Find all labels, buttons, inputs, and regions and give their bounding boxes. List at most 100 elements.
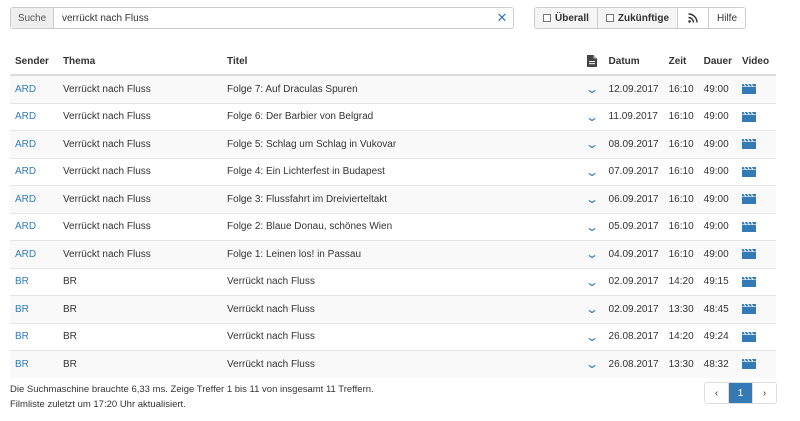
clapperboard-icon[interactable] bbox=[742, 166, 756, 177]
overall-label: Überall bbox=[555, 12, 589, 24]
sender-link[interactable]: ARD bbox=[15, 111, 36, 122]
cell-expand: ⌄ bbox=[581, 157, 604, 186]
cell-titel: Verrückt nach Fluss bbox=[222, 350, 582, 378]
cell-dauer: 49:00 bbox=[698, 212, 737, 241]
sender-link[interactable]: ARD bbox=[15, 84, 36, 95]
cell-zeit: 14:20 bbox=[663, 322, 699, 351]
col-header-sender[interactable]: Sender bbox=[10, 48, 58, 76]
overall-checkbox[interactable] bbox=[543, 14, 551, 22]
table-row: ARD Verrückt nach Fluss Folge 6: Der Barbi… bbox=[10, 102, 776, 131]
chevron-down-icon[interactable]: ⌄ bbox=[585, 137, 599, 151]
overall-toggle-button[interactable]: Überall bbox=[535, 8, 598, 28]
chevron-down-icon[interactable]: ⌄ bbox=[585, 275, 599, 289]
cell-dauer: 49:00 bbox=[698, 102, 737, 131]
chevron-down-icon[interactable]: ⌄ bbox=[585, 247, 599, 261]
sender-link[interactable]: ARD bbox=[15, 194, 36, 205]
cell-zeit: 13:30 bbox=[663, 350, 699, 378]
search-stats: Die Suchmaschine brauchte 6,33 ms. Zeige… bbox=[10, 384, 374, 395]
cell-sender: BR bbox=[10, 350, 58, 378]
mediathek-page: Suche ✕ Überall Zukünftige Hilfe bbox=[0, 0, 800, 421]
cell-video bbox=[737, 130, 776, 158]
search-input[interactable] bbox=[54, 8, 491, 28]
cell-datum: 02.09.2017 bbox=[603, 295, 664, 323]
prev-page-button[interactable]: ‹ bbox=[705, 383, 729, 403]
cell-sender: ARD bbox=[10, 240, 58, 268]
sender-link[interactable]: ARD bbox=[15, 221, 36, 232]
chevron-down-icon[interactable]: ⌄ bbox=[585, 330, 599, 344]
sender-link[interactable]: BR bbox=[15, 276, 29, 287]
cell-titel: Folge 4: Ein Lichterfest in Budapest bbox=[222, 157, 582, 186]
col-header-titel[interactable]: Titel bbox=[222, 48, 582, 76]
clapperboard-icon[interactable] bbox=[742, 304, 756, 315]
status-text: Die Suchmaschine brauchte 6,33 ms. Zeige… bbox=[10, 382, 374, 412]
cell-sender: BR bbox=[10, 322, 58, 351]
sender-link[interactable]: BR bbox=[15, 331, 29, 342]
close-icon[interactable]: ✕ bbox=[491, 8, 513, 28]
chevron-down-icon[interactable]: ⌄ bbox=[585, 302, 599, 316]
cell-datum: 06.09.2017 bbox=[603, 185, 664, 213]
pagination: ‹ 1 › bbox=[704, 382, 777, 404]
clapperboard-icon[interactable] bbox=[742, 84, 756, 95]
clapperboard-icon[interactable] bbox=[742, 359, 756, 370]
col-header-dauer[interactable]: Dauer bbox=[698, 48, 737, 76]
col-header-thema[interactable]: Thema bbox=[57, 48, 223, 76]
clapperboard-icon[interactable] bbox=[742, 221, 756, 232]
next-page-button[interactable]: › bbox=[753, 383, 776, 403]
clapperboard-icon[interactable] bbox=[742, 276, 756, 287]
page-button-current[interactable]: 1 bbox=[729, 383, 753, 403]
cell-titel: Folge 5: Schlag um Schlag in Vukovar bbox=[222, 130, 582, 158]
help-button[interactable]: Hilfe bbox=[709, 8, 746, 28]
clapperboard-icon[interactable] bbox=[742, 194, 756, 205]
future-toggle-button[interactable]: Zukünftige bbox=[597, 8, 679, 28]
chevron-down-icon[interactable]: ⌄ bbox=[585, 82, 599, 96]
cell-thema: Verrückt nach Fluss bbox=[57, 185, 223, 213]
col-header-datum[interactable]: Datum bbox=[603, 48, 664, 76]
cell-thema: BR bbox=[57, 350, 223, 378]
cell-titel: Folge 3: Flussfahrt im Dreivierteltakt bbox=[222, 185, 582, 213]
cell-dauer: 49:00 bbox=[698, 75, 737, 103]
cell-datum: 04.09.2017 bbox=[603, 240, 664, 268]
list-updated-note: Filmliste zuletzt um 17:20 Uhr aktualisi… bbox=[10, 399, 186, 410]
cell-thema: BR bbox=[57, 295, 223, 323]
cell-video bbox=[737, 322, 776, 351]
cell-video bbox=[737, 295, 776, 323]
cell-sender: ARD bbox=[10, 157, 58, 186]
table-row: BR BR Verrückt nach Fluss ⌄ 26.08.2017 14:20 4… bbox=[10, 322, 776, 351]
cell-datum: 26.08.2017 bbox=[603, 350, 664, 378]
chevron-down-icon[interactable]: ⌄ bbox=[585, 165, 599, 179]
cell-zeit: 13:30 bbox=[663, 295, 699, 323]
cell-dauer: 49:00 bbox=[698, 240, 737, 268]
clapperboard-icon[interactable] bbox=[742, 331, 756, 342]
chevron-down-icon[interactable]: ⌄ bbox=[585, 220, 599, 234]
cell-dauer: 49:00 bbox=[698, 185, 737, 213]
sender-link[interactable]: BR bbox=[15, 304, 29, 315]
cell-zeit: 16:10 bbox=[663, 130, 699, 158]
col-header-zeit[interactable]: Zeit bbox=[663, 48, 699, 76]
sender-link[interactable]: ARD bbox=[15, 166, 36, 177]
cell-video bbox=[737, 102, 776, 131]
chevron-down-icon[interactable]: ⌄ bbox=[585, 357, 599, 371]
sender-link[interactable]: BR bbox=[15, 359, 29, 370]
cell-expand: ⌄ bbox=[581, 295, 604, 323]
table-row: BR BR Verrückt nach Fluss ⌄ 02.09.2017 13:30 4… bbox=[10, 295, 776, 323]
clapperboard-icon[interactable] bbox=[742, 249, 756, 260]
future-checkbox[interactable] bbox=[605, 14, 614, 22]
clapperboard-icon[interactable] bbox=[742, 111, 756, 122]
cell-zeit: 16:10 bbox=[663, 185, 699, 213]
table-row: ARD Verrückt nach Fluss Folge 3: Flussfahr… bbox=[10, 185, 776, 213]
search-group: Suche ✕ bbox=[10, 7, 514, 29]
chevron-down-icon[interactable]: ⌄ bbox=[585, 192, 599, 206]
clapperboard-icon[interactable] bbox=[742, 139, 756, 150]
cell-titel: Verrückt nach Fluss bbox=[222, 295, 582, 323]
cell-thema: Verrückt nach Fluss bbox=[57, 240, 223, 268]
chevron-down-icon[interactable]: ⌄ bbox=[585, 110, 599, 124]
cell-sender: ARD bbox=[10, 102, 58, 131]
cell-sender: ARD bbox=[10, 130, 58, 158]
cell-sender: ARD bbox=[10, 212, 58, 241]
sender-link[interactable]: ARD bbox=[15, 249, 36, 260]
col-header-description bbox=[581, 48, 604, 76]
rss-button[interactable] bbox=[678, 8, 710, 28]
sender-link[interactable]: ARD bbox=[15, 139, 36, 150]
cell-thema: Verrückt nach Fluss bbox=[57, 157, 223, 186]
document-icon bbox=[586, 55, 597, 67]
